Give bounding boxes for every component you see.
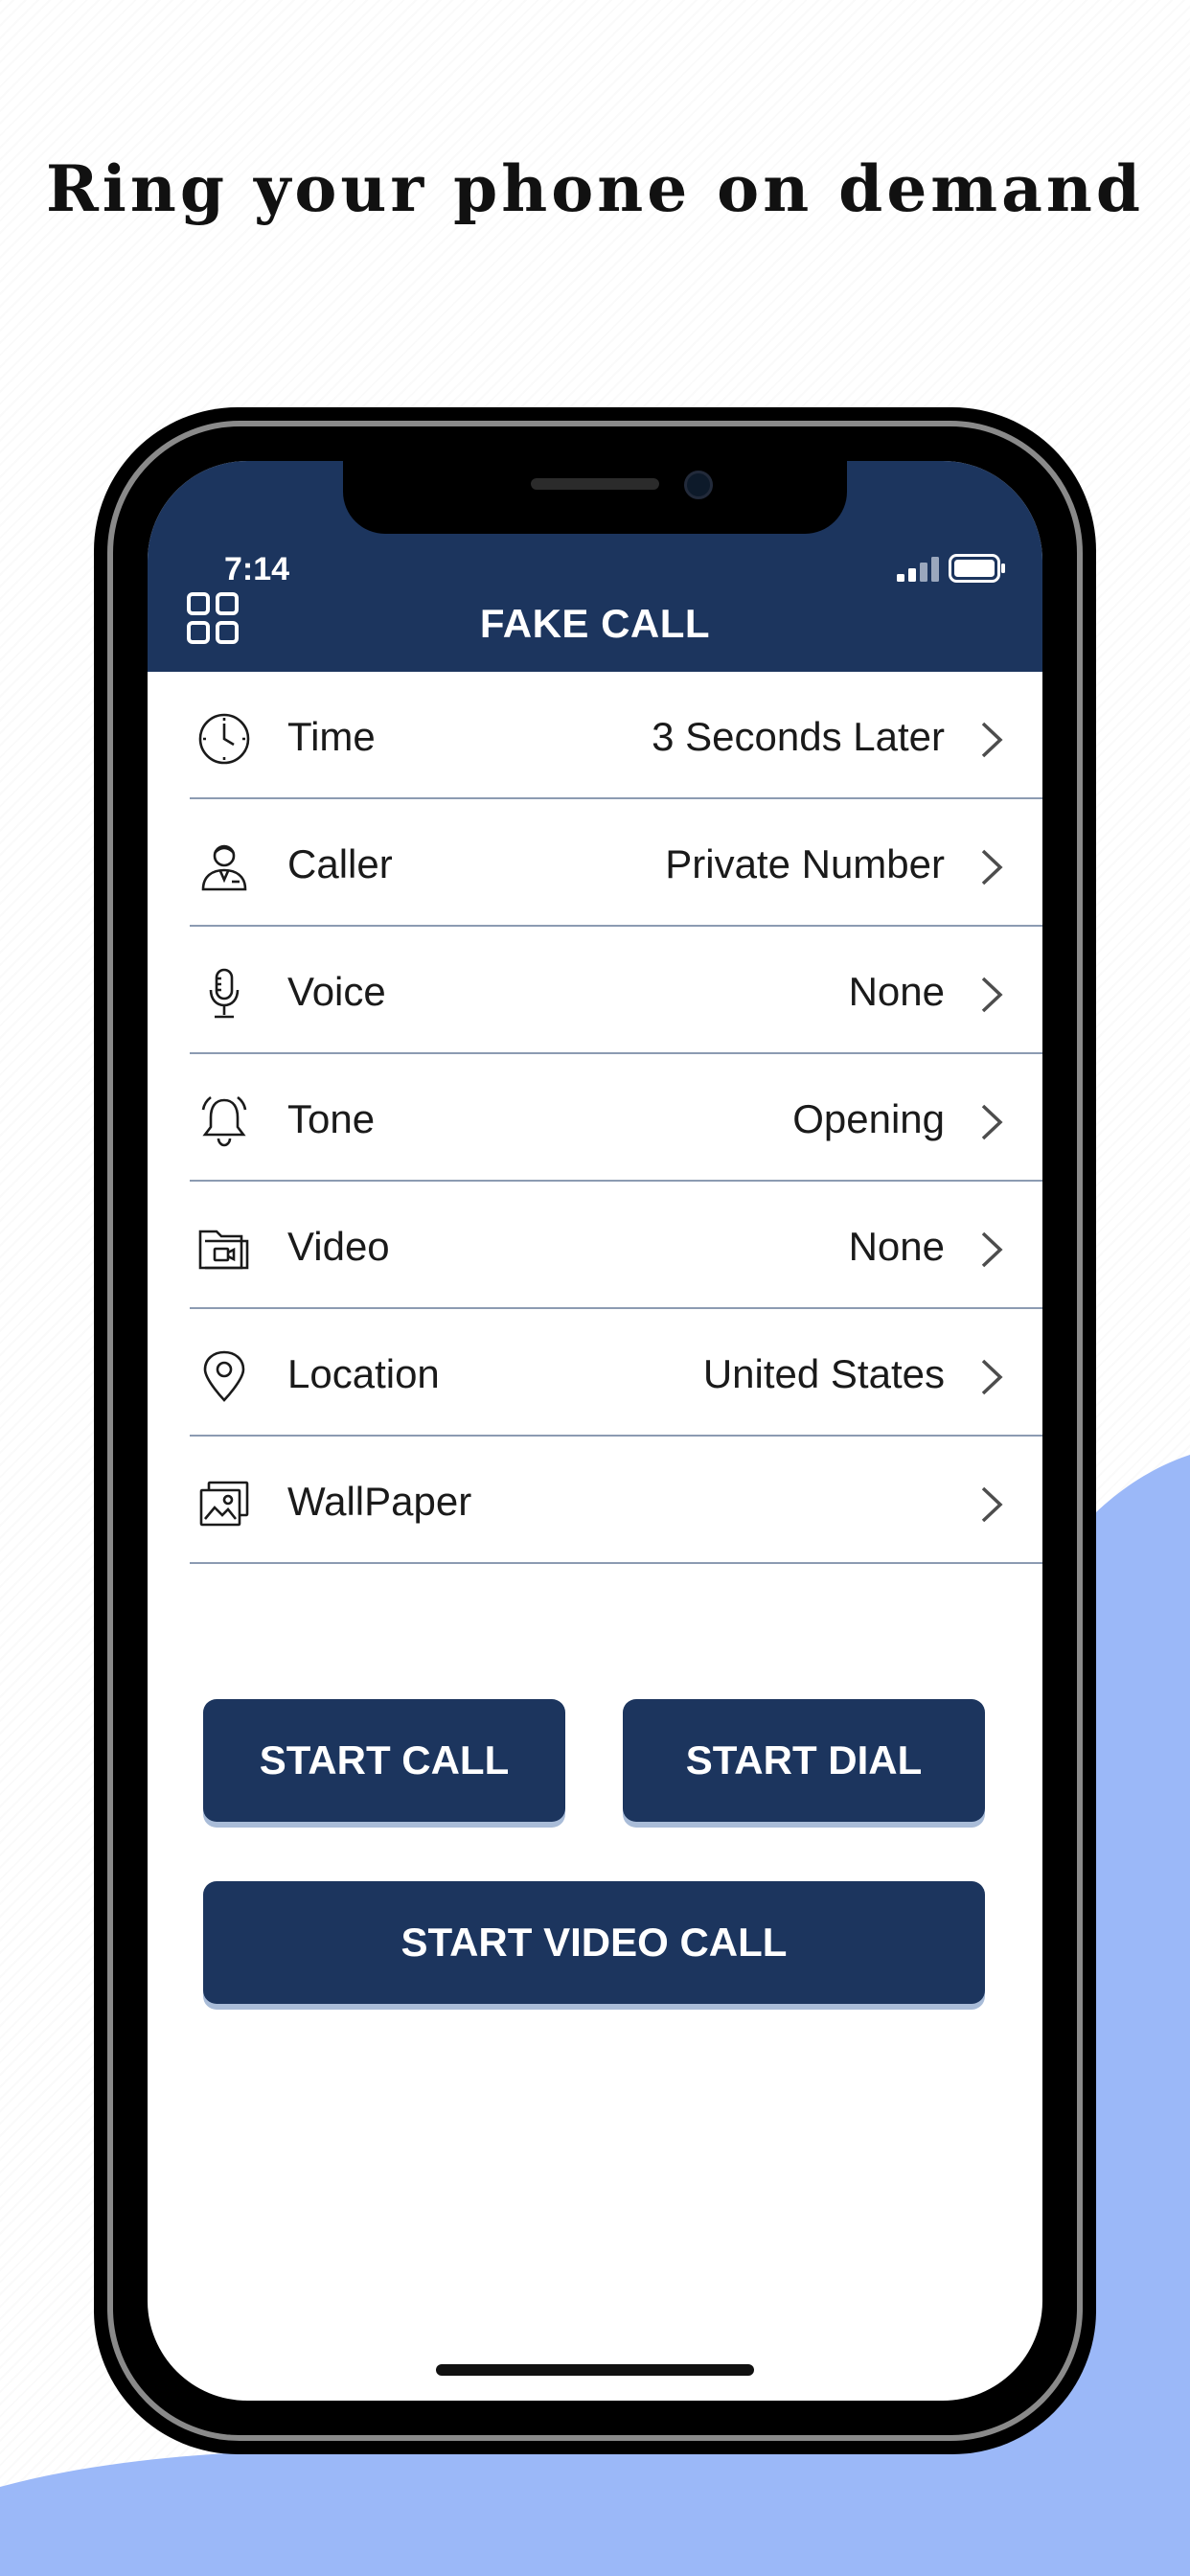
chevron-right-icon [981, 722, 1003, 758]
video-folder-icon [198, 1230, 249, 1270]
promo-headline: Ring your phone on demand [45, 151, 1145, 226]
setting-row-tone[interactable]: Tone Opening [190, 1054, 1042, 1182]
setting-label-wallpaper: WallPaper [287, 1479, 472, 1524]
setting-value-caller: Private Number [665, 841, 945, 886]
setting-row-wallpaper[interactable]: WallPaper [190, 1437, 1042, 1564]
setting-label-caller: Caller [287, 841, 393, 886]
chevron-right-icon [981, 1486, 1003, 1523]
setting-row-location[interactable]: Location United States [190, 1309, 1042, 1437]
location-pin-icon [203, 1350, 245, 1402]
earpiece-speaker [531, 478, 659, 490]
phone-screen: 7:14 FAKE CALL Time 3 Seconds Later Call… [148, 461, 1042, 2401]
setting-value-tone: Opening [792, 1096, 945, 1141]
settings-list: Time 3 Seconds Later Caller Private Numb… [148, 672, 1042, 1564]
chevron-right-icon [981, 1104, 1003, 1140]
cellular-signal-icon [897, 557, 939, 582]
status-time: 7:14 [224, 551, 290, 587]
chevron-right-icon [981, 1359, 1003, 1395]
phone-mockup: 7:14 FAKE CALL Time 3 Seconds Later Call… [94, 407, 1096, 2454]
start-call-button[interactable]: START CALL [203, 1699, 565, 1822]
front-camera [684, 471, 713, 499]
phone-notch [343, 461, 847, 534]
start-call-label: START CALL [259, 1737, 510, 1782]
setting-label-time: Time [287, 714, 376, 759]
chevron-right-icon [981, 1231, 1003, 1268]
chevron-right-icon [981, 849, 1003, 886]
setting-label-video: Video [287, 1224, 390, 1269]
start-dial-button[interactable]: START DIAL [623, 1699, 985, 1822]
bell-icon [201, 1095, 247, 1147]
start-video-call-button[interactable]: START VIDEO CALL [203, 1881, 985, 2004]
setting-label-tone: Tone [287, 1096, 376, 1141]
setting-value-video: None [848, 1224, 945, 1269]
app-title: FAKE CALL [479, 601, 711, 646]
setting-value-location: United States [702, 1351, 945, 1396]
setting-value-voice: None [848, 969, 945, 1014]
setting-row-video[interactable]: Video None [190, 1182, 1042, 1309]
clock-icon [198, 713, 250, 765]
setting-label-voice: Voice [287, 969, 386, 1014]
home-indicator[interactable] [436, 2364, 754, 2376]
setting-label-location: Location [287, 1351, 440, 1396]
setting-row-caller[interactable]: Caller Private Number [190, 799, 1042, 927]
setting-row-voice[interactable]: Voice None [190, 927, 1042, 1054]
start-video-call-label: START VIDEO CALL [400, 1920, 788, 1965]
wallpaper-image-icon [199, 1481, 249, 1527]
setting-row-time[interactable]: Time 3 Seconds Later [190, 672, 1042, 799]
start-dial-label: START DIAL [685, 1737, 923, 1782]
setting-value-time: 3 Seconds Later [652, 714, 945, 759]
caller-person-icon [201, 844, 247, 891]
battery-icon [949, 554, 1005, 583]
chevron-right-icon [981, 977, 1003, 1013]
microphone-icon [209, 968, 240, 1019]
